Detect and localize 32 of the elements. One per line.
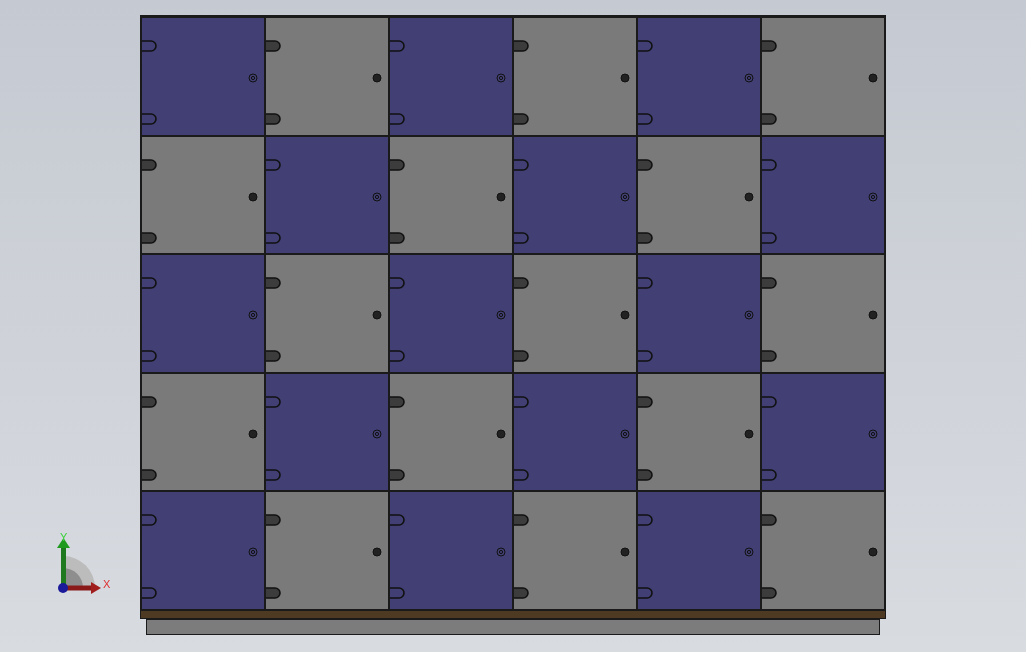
lock-icon [620,73,630,83]
lock-icon [496,428,506,439]
lock-icon [496,310,506,321]
lock-icon [620,191,630,202]
lock-icon [744,428,754,439]
x-axis-label: X [103,578,111,590]
lock-icon [744,73,754,83]
lock-icon [248,310,258,321]
lock-icon [620,428,630,439]
lock-icon [868,73,878,83]
lock-icon [744,310,754,321]
lock-icon [620,310,630,321]
y-axis-label: Y [60,532,68,543]
lock-icon [372,191,382,202]
lock-icon [248,547,258,558]
lock-icon [372,73,382,83]
lock-icon [868,310,878,321]
lock-icon [496,191,506,202]
lock-icon [496,547,506,558]
lock-icon [868,547,878,558]
lock-icon [868,428,878,439]
lock-icon [868,191,878,202]
lock-icon [372,310,382,321]
lock-icon [620,547,630,558]
lock-icon [744,191,754,202]
lock-icon [248,191,258,202]
lock-icon [372,428,382,439]
lock-icon [372,547,382,558]
lock-icon [496,73,506,83]
lock-icon [248,73,258,83]
lock-icon [744,547,754,558]
lock-icon [248,428,258,439]
